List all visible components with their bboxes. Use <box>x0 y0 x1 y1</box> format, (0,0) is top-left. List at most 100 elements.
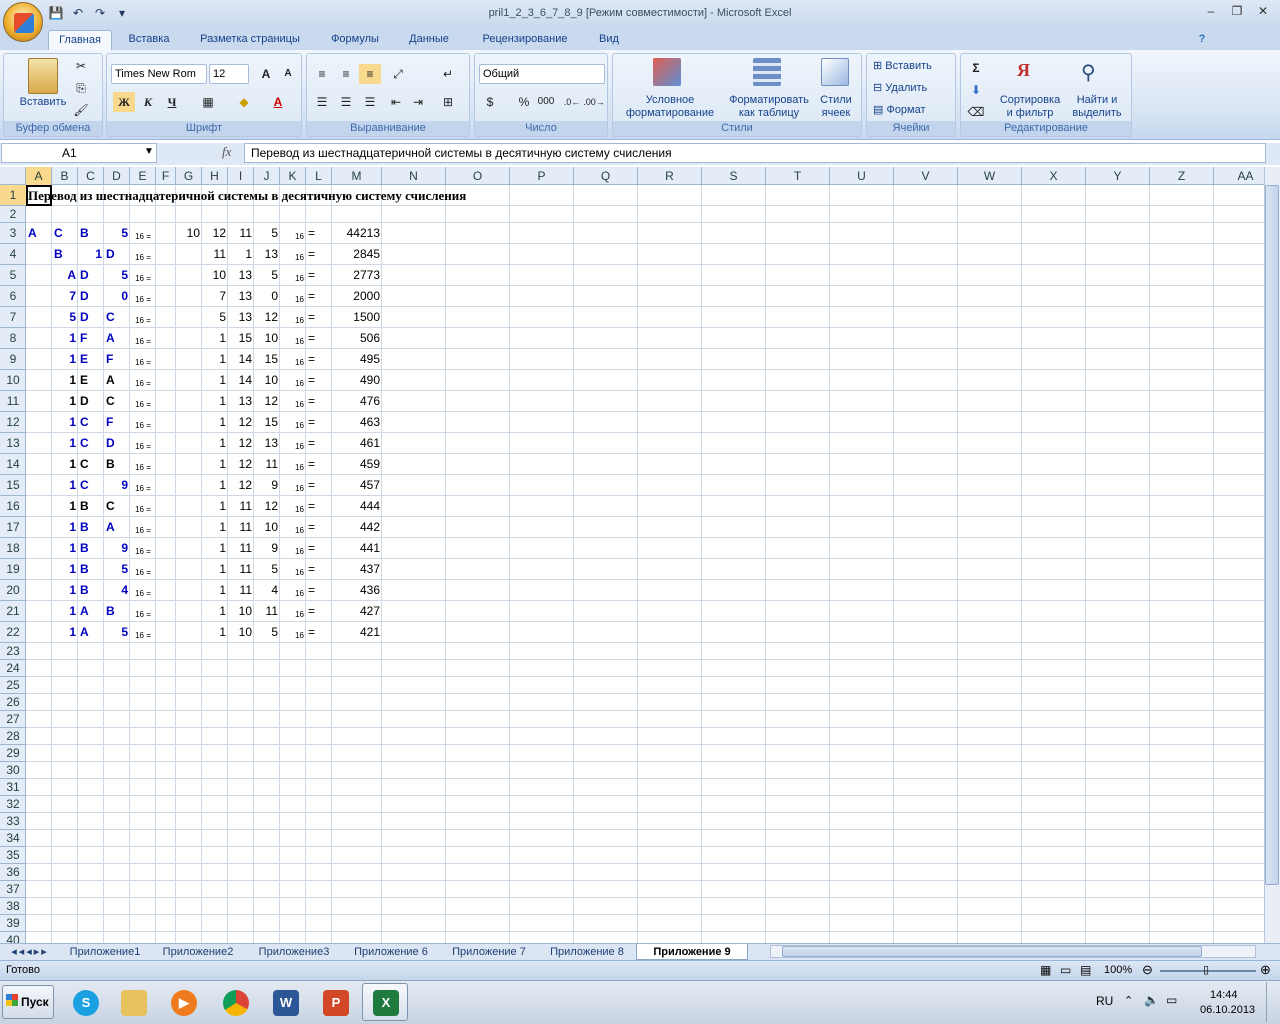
merge-center-icon[interactable]: ⊞ <box>437 92 459 112</box>
row-header-8[interactable]: 8 <box>0 328 26 349</box>
conditional-format-button[interactable]: Условное форматирование <box>615 94 725 120</box>
percent-button[interactable]: % <box>513 92 535 112</box>
insert-function-icon[interactable]: fx <box>222 144 242 162</box>
zoom-slider-thumb[interactable]: ▯ <box>1203 963 1209 976</box>
column-header-G[interactable]: G <box>176 167 202 185</box>
row-header-31[interactable]: 31 <box>0 779 26 796</box>
sheet-tab-1[interactable]: Приложение1 <box>60 944 150 960</box>
sheet-tab-7[interactable]: Приложение 9 <box>636 944 748 960</box>
cell-styles-button[interactable]: Стили ячеек <box>813 94 859 120</box>
column-header-V[interactable]: V <box>894 167 958 185</box>
autosum-icon[interactable]: Σ <box>965 58 987 78</box>
row-header-34[interactable]: 34 <box>0 830 26 847</box>
borders-icon[interactable]: ▦ <box>197 92 219 112</box>
zoom-out-icon[interactable]: ⊖ <box>1142 962 1153 978</box>
column-header-I[interactable]: I <box>228 167 254 185</box>
format-painter-icon[interactable]: 🖌 <box>70 100 92 120</box>
column-header-H[interactable]: H <box>202 167 228 185</box>
row-header-25[interactable]: 25 <box>0 677 26 694</box>
align-right-icon[interactable]: ☰ <box>359 92 381 112</box>
column-header-B[interactable]: B <box>52 167 78 185</box>
horizontal-scroll-thumb[interactable] <box>782 946 1202 957</box>
tab-insert[interactable]: Вставка <box>118 30 180 50</box>
column-header-Q[interactable]: Q <box>574 167 638 185</box>
row-header-24[interactable]: 24 <box>0 660 26 677</box>
taskbar-explorer[interactable] <box>110 983 156 1021</box>
fill-icon[interactable]: ⬇ <box>965 80 987 100</box>
help-icon[interactable]: ? <box>1192 30 1212 50</box>
increase-decimal-icon[interactable]: .0← <box>561 92 583 112</box>
column-header-C[interactable]: C <box>78 167 104 185</box>
row-header-23[interactable]: 23 <box>0 643 26 660</box>
row-header-17[interactable]: 17 <box>0 517 26 538</box>
wrap-text-icon[interactable]: ↵ <box>437 64 459 84</box>
tab-view[interactable]: Вид <box>590 30 628 50</box>
zoom-level[interactable]: 100% <box>1104 964 1132 976</box>
row-header-14[interactable]: 14 <box>0 454 26 475</box>
vertical-scroll-thumb[interactable] <box>1265 185 1279 885</box>
show-desktop-button[interactable] <box>1266 982 1280 1022</box>
grow-font-icon[interactable]: A <box>255 64 277 84</box>
column-header-X[interactable]: X <box>1022 167 1086 185</box>
column-header-A[interactable]: A <box>26 167 52 185</box>
row-header-10[interactable]: 10 <box>0 370 26 391</box>
tab-home[interactable]: Главная <box>48 30 112 50</box>
thousands-button[interactable]: 000 <box>535 92 557 112</box>
number-format-select[interactable]: Общий <box>479 64 605 84</box>
copy-icon[interactable]: ⎘ <box>70 78 92 98</box>
row-header-38[interactable]: 38 <box>0 898 26 915</box>
network-icon[interactable]: ▭ <box>1166 993 1177 1007</box>
format-as-table-button[interactable]: Форматировать как таблицу <box>721 94 817 120</box>
column-header-N[interactable]: N <box>382 167 446 185</box>
row-header-12[interactable]: 12 <box>0 412 26 433</box>
row-header-1[interactable]: 1 <box>0 185 26 206</box>
tab-review[interactable]: Рецензирование <box>470 30 580 50</box>
row-header-21[interactable]: 21 <box>0 601 26 622</box>
taskbar-powerpoint[interactable]: P <box>312 983 358 1021</box>
find-select-button[interactable]: Найти и выделить <box>1065 94 1129 120</box>
decrease-decimal-icon[interactable]: .00→ <box>583 92 605 112</box>
tab-page-layout[interactable]: Разметка страницы <box>190 30 310 50</box>
name-box-dropdown-icon[interactable]: ▼ <box>144 146 154 157</box>
row-header-7[interactable]: 7 <box>0 307 26 328</box>
orientation-icon[interactable]: ⤢ <box>387 64 409 84</box>
shrink-font-icon[interactable]: A <box>277 64 299 84</box>
minimize-icon[interactable]: – <box>1198 2 1224 20</box>
italic-button[interactable]: К <box>137 92 159 112</box>
sort-filter-button[interactable]: Сортировка и фильтр <box>995 94 1065 120</box>
clear-icon[interactable]: ⌫ <box>965 102 987 122</box>
fill-color-icon[interactable]: ◆ <box>233 92 255 112</box>
row-header-16[interactable]: 16 <box>0 496 26 517</box>
currency-icon[interactable]: $ <box>479 92 501 112</box>
language-indicator[interactable]: RU <box>1096 994 1113 1008</box>
paste-button[interactable]: Вставить <box>8 96 78 109</box>
row-header-13[interactable]: 13 <box>0 433 26 454</box>
row-header-3[interactable]: 3 <box>0 223 26 244</box>
tab-formulas[interactable]: Формулы <box>322 30 388 50</box>
row-header-11[interactable]: 11 <box>0 391 26 412</box>
row-header-9[interactable]: 9 <box>0 349 26 370</box>
row-header-2[interactable]: 2 <box>0 206 26 223</box>
column-header-O[interactable]: O <box>446 167 510 185</box>
row-header-4[interactable]: 4 <box>0 244 26 265</box>
view-normal-icon[interactable]: ▦ <box>1040 963 1051 977</box>
tab-data[interactable]: Данные <box>398 30 460 50</box>
close-icon[interactable]: ✕ <box>1250 2 1276 20</box>
align-center-icon[interactable]: ☰ <box>335 92 357 112</box>
sheet-tab-4[interactable]: Приложение 6 <box>342 944 440 960</box>
delete-cells-button[interactable]: ⊟ Удалить <box>873 82 927 95</box>
row-header-18[interactable]: 18 <box>0 538 26 559</box>
row-header-30[interactable]: 30 <box>0 762 26 779</box>
align-left-icon[interactable]: ☰ <box>311 92 333 112</box>
font-size-select[interactable]: 12 <box>209 64 249 84</box>
row-header-29[interactable]: 29 <box>0 745 26 762</box>
row-header-35[interactable]: 35 <box>0 847 26 864</box>
row-header-39[interactable]: 39 <box>0 915 26 932</box>
column-header-Y[interactable]: Y <box>1086 167 1150 185</box>
align-middle-icon[interactable]: ≡ <box>335 64 357 84</box>
sheet-tab-3[interactable]: Приложение3 <box>246 944 342 960</box>
font-name-select[interactable]: Times New Rom <box>111 64 207 84</box>
sheet-nav-arrows-icon[interactable]: ◂◂◂▸▸ <box>4 944 56 960</box>
column-header-E[interactable]: E <box>130 167 156 185</box>
volume-icon[interactable]: 🔈 <box>1144 993 1159 1007</box>
